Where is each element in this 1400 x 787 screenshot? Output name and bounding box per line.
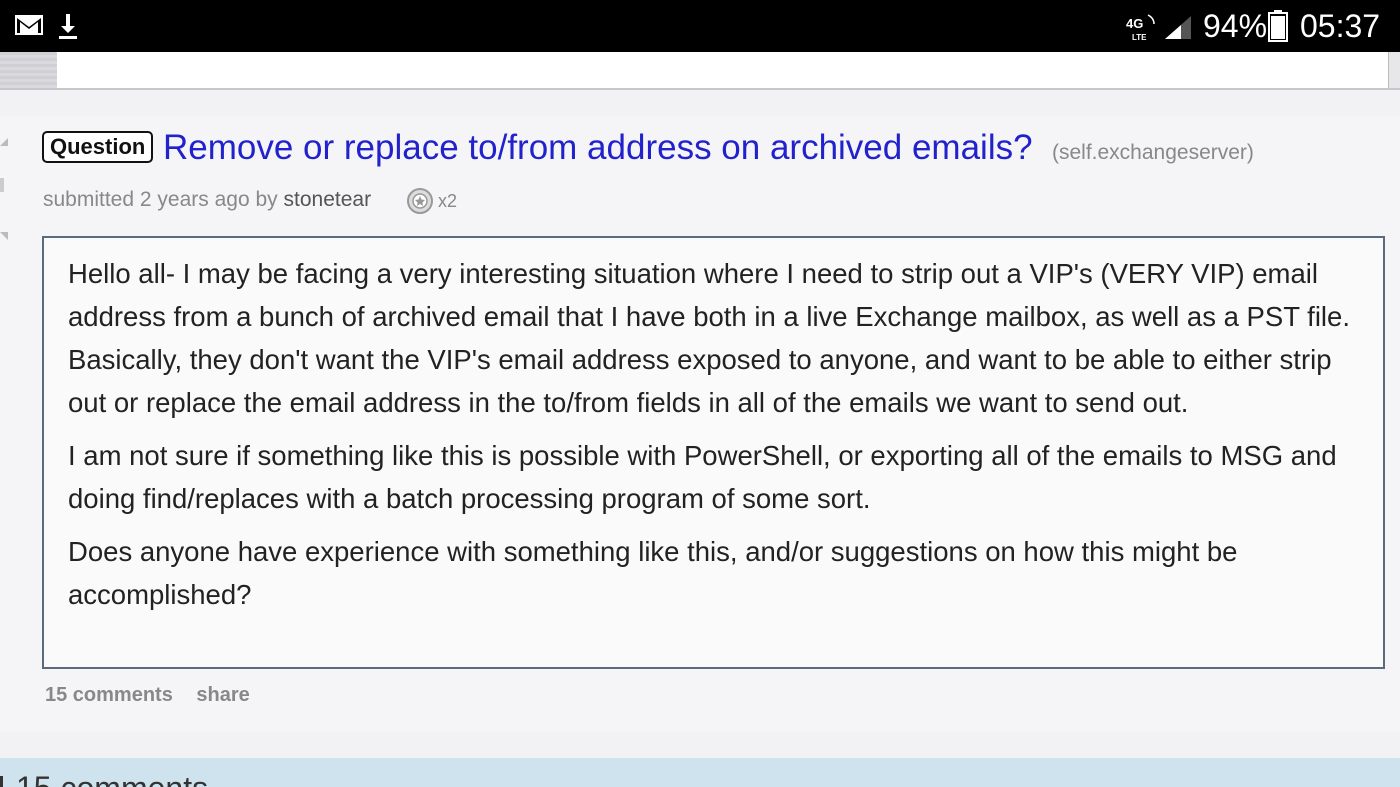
comments-section-header: 15 comments <box>0 758 1400 787</box>
previous-thumbnail <box>0 52 57 88</box>
network-4g-lte-icon: 4G LTE <box>1126 14 1155 42</box>
post-buttons: 15 comments share <box>45 684 268 707</box>
previous-content-strip <box>0 52 1400 90</box>
by-label: by <box>255 188 278 211</box>
download-icon <box>59 14 77 39</box>
gilded-award-icon[interactable] <box>406 187 434 215</box>
gmail-icon <box>15 15 43 35</box>
comments-link[interactable]: 15 comments <box>45 684 173 706</box>
post-tagline: submitted 2 years ago by stonetear <box>43 188 371 212</box>
clock: 05:37 <box>1300 8 1381 44</box>
battery-percentage: 94% <box>1203 8 1268 44</box>
signal-strength-icon <box>1165 16 1191 39</box>
comments-heading: 15 comments <box>16 770 208 787</box>
status-bar: 4G LTE 94% 05:37 <box>0 0 1400 52</box>
scrollbar[interactable] <box>1388 52 1400 88</box>
svg-text:4G: 4G <box>1126 16 1143 31</box>
selftext-paragraph: Hello all- I may be facing a very intere… <box>68 258 1350 418</box>
downvote-arrow-icon[interactable] <box>0 232 8 240</box>
selftext-paragraph: Does anyone have experience with somethi… <box>68 536 1238 610</box>
share-link[interactable]: share <box>196 684 249 706</box>
post-age: 2 years ago <box>139 188 250 211</box>
post-title-link[interactable]: Remove or replace to/from address on arc… <box>163 128 1033 168</box>
upvote-arrow-icon[interactable] <box>0 138 8 146</box>
link-flair[interactable]: Question <box>42 131 154 163</box>
gild-count: x2 <box>438 191 458 211</box>
battery-icon <box>1268 10 1288 42</box>
submitted-label: submitted <box>43 188 135 211</box>
svg-text:LTE: LTE <box>1132 33 1147 42</box>
comments-header-rule <box>0 776 3 787</box>
post-domain[interactable]: (self.exchangeserver) <box>1052 141 1254 165</box>
post-selftext: Hello all- I may be facing a very intere… <box>42 236 1385 669</box>
score-marker <box>0 178 4 192</box>
author-link[interactable]: stonetear <box>284 188 372 211</box>
selftext-paragraph: I am not sure if something like this is … <box>68 440 1337 514</box>
